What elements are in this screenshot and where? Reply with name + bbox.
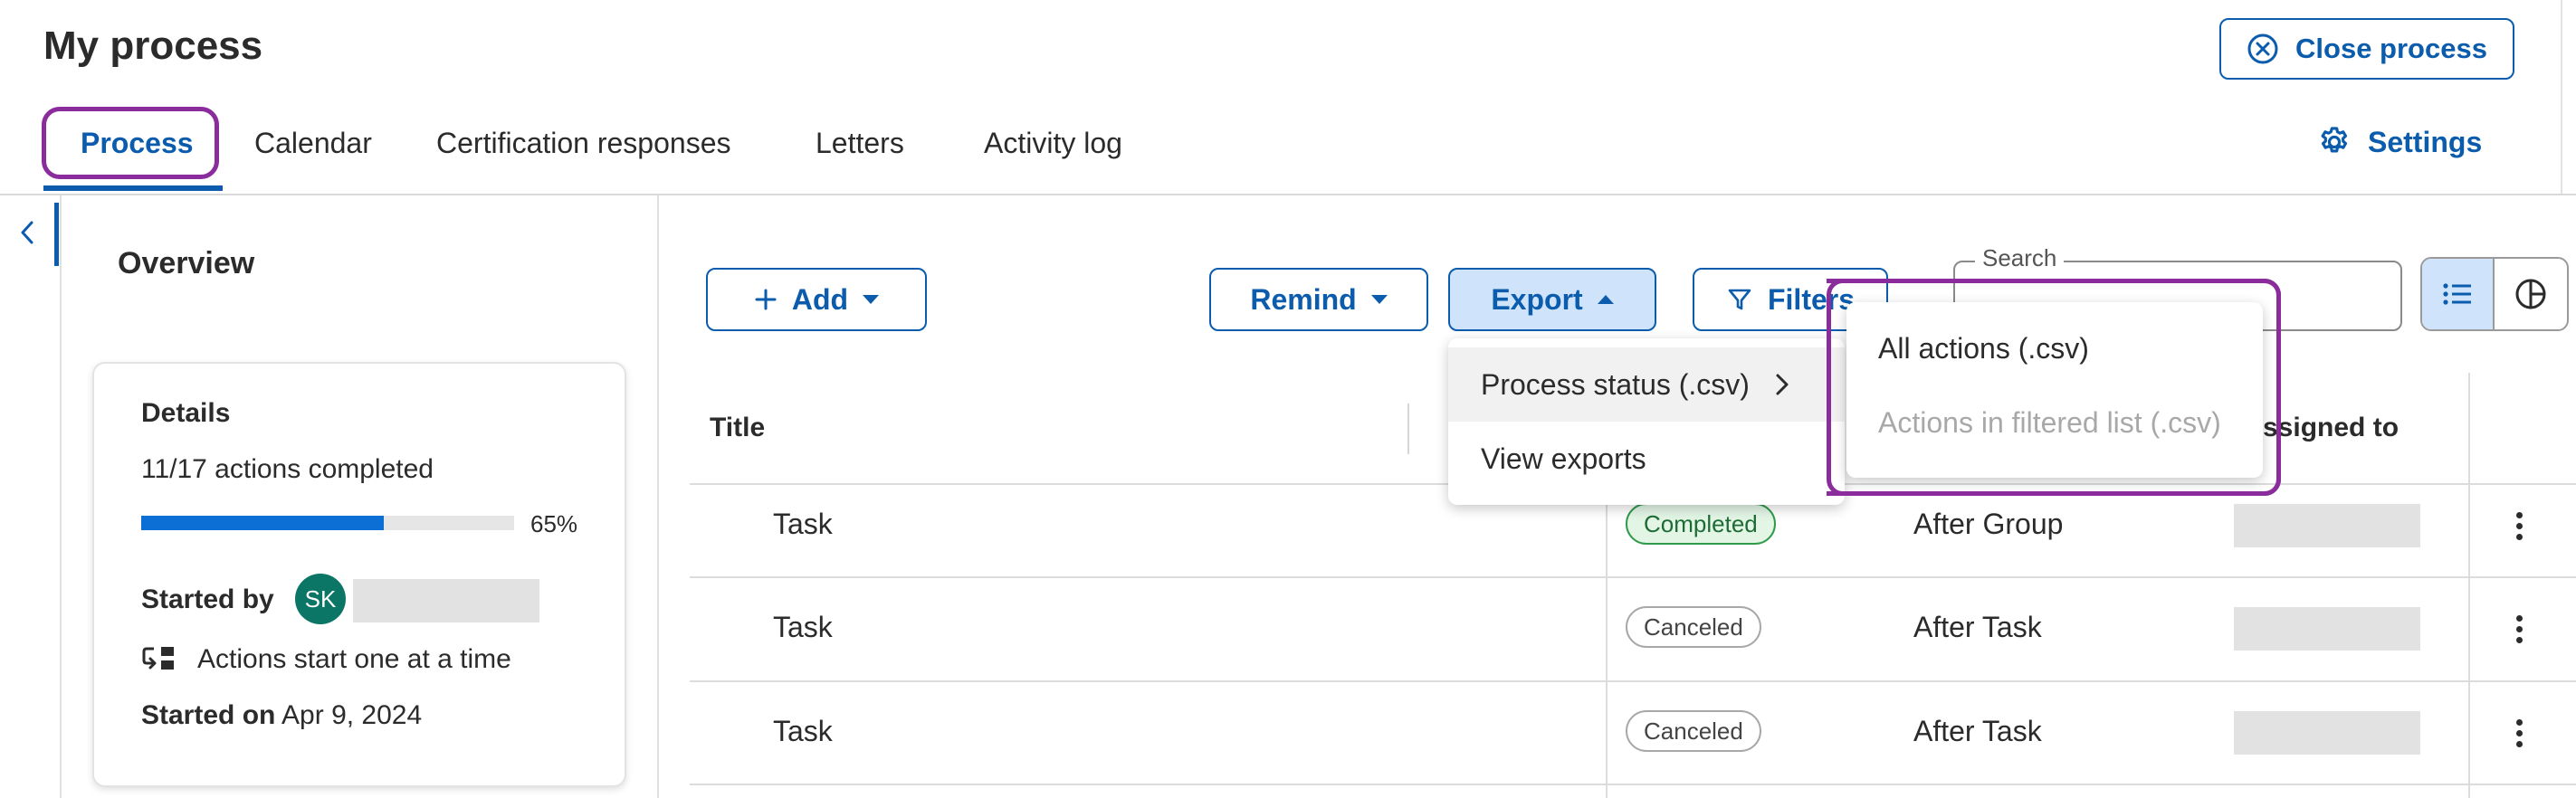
menu-item-process-status[interactable]: Process status (.csv) — [1448, 347, 1845, 422]
header-divider — [0, 194, 2576, 195]
remind-label: Remind — [1250, 282, 1357, 316]
highlight-submenu — [1827, 279, 2281, 496]
redacted-assignee — [2234, 504, 2420, 547]
chart-view-button[interactable] — [2495, 259, 2567, 329]
close-circle-icon — [2247, 33, 2278, 64]
caret-down-icon — [1370, 295, 1388, 304]
progress-percent: 65% — [530, 510, 578, 537]
page-title: My process — [43, 24, 263, 68]
row-start-condition: After Task — [1913, 611, 2042, 643]
started-on-label: Started on — [141, 700, 276, 730]
header-divider-vertical — [2561, 0, 2562, 194]
row-start-condition: After Group — [1913, 508, 2064, 540]
collapse-panel-button[interactable] — [16, 217, 38, 256]
overview-title: Overview — [118, 246, 255, 280]
plus-icon — [755, 289, 777, 310]
started-on: Started on Apr 9, 2024 — [141, 700, 422, 731]
row-menu-icon[interactable] — [2514, 615, 2524, 643]
gear-icon — [2321, 127, 2348, 153]
add-button[interactable]: Add — [706, 268, 927, 331]
list-icon — [2443, 283, 2472, 305]
column-header-title[interactable]: Title — [710, 413, 765, 443]
view-toggle[interactable] — [2420, 257, 2569, 331]
export-button[interactable]: Export — [1448, 268, 1656, 331]
remind-button[interactable]: Remind — [1209, 268, 1428, 331]
export-menu: Process status (.csv) View exports — [1448, 338, 1845, 505]
row-title[interactable]: Task — [773, 611, 833, 644]
avatar: SK — [295, 574, 346, 624]
list-view-button[interactable] — [2422, 259, 2495, 329]
column-separator — [1407, 404, 1409, 454]
sequential-actions-icon — [141, 644, 177, 679]
menu-item-view-exports[interactable]: View exports — [1448, 422, 1845, 496]
pie-chart-icon — [2515, 279, 2546, 309]
redacted-user-name — [353, 579, 539, 622]
actions-completed-text: 11/17 actions completed — [141, 454, 434, 484]
tab-process[interactable]: Process — [81, 127, 194, 160]
status-badge: Canceled — [1626, 710, 1761, 752]
details-title: Details — [141, 398, 231, 428]
row-menu-icon[interactable] — [2514, 512, 2524, 540]
row-start-condition: After Task — [1913, 715, 2042, 747]
column-divider — [2468, 373, 2470, 798]
tab-calendar[interactable]: Calendar — [254, 127, 372, 160]
progress-bar-fill — [141, 516, 384, 530]
redacted-assignee — [2234, 607, 2420, 651]
search-label: Search — [1975, 244, 2065, 272]
close-process-button[interactable]: Close process — [2219, 18, 2514, 80]
started-on-value: Apr 9, 2024 — [281, 700, 423, 730]
rail-divider — [60, 195, 62, 798]
add-label: Add — [791, 282, 849, 316]
settings-button[interactable]: Settings — [2317, 125, 2482, 159]
column-divider — [1606, 485, 1608, 798]
row-divider — [690, 784, 2576, 785]
caret-down-icon — [863, 295, 880, 304]
chevron-left-icon — [21, 221, 33, 244]
close-process-label: Close process — [2295, 33, 2487, 64]
row-title[interactable]: Task — [773, 508, 833, 541]
row-divider — [690, 680, 2576, 682]
menu-item-label: Process status (.csv) — [1481, 367, 1750, 401]
tab-letters[interactable]: Letters — [816, 127, 904, 160]
tab-certification-responses[interactable]: Certification responses — [436, 127, 730, 160]
active-tab-indicator — [43, 185, 223, 191]
actions-mode-text: Actions start one at a time — [197, 644, 511, 674]
chevron-right-icon — [1776, 374, 1789, 395]
settings-label: Settings — [2368, 125, 2483, 158]
row-title[interactable]: Task — [773, 715, 833, 748]
caret-up-icon — [1597, 295, 1614, 304]
started-by-label: Started by — [141, 584, 274, 614]
status-badge: Completed — [1626, 503, 1776, 545]
filter-icon — [1728, 289, 1751, 310]
export-label: Export — [1491, 282, 1583, 316]
status-badge: Canceled — [1626, 606, 1761, 648]
row-menu-icon[interactable] — [2514, 719, 2524, 747]
redacted-assignee — [2234, 711, 2420, 755]
column-header-assigned-to[interactable]: ssigned to — [2263, 413, 2399, 443]
tab-activity-log[interactable]: Activity log — [984, 127, 1122, 160]
panel-divider — [657, 195, 659, 798]
row-divider — [690, 576, 2576, 578]
rail-indicator — [54, 203, 59, 266]
progress-bar — [141, 516, 514, 530]
